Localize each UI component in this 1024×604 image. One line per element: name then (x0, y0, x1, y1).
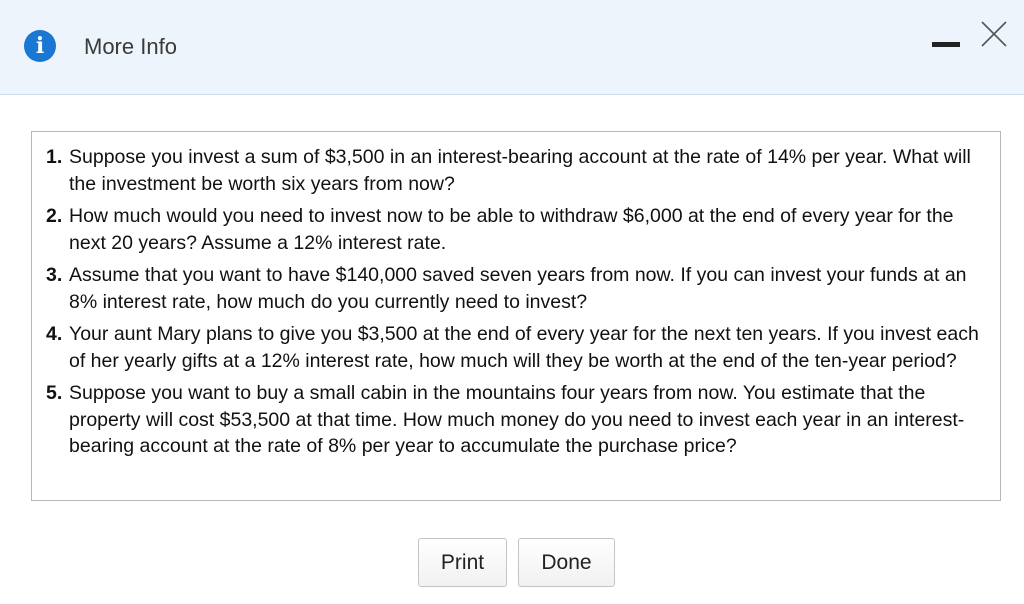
info-icon: i (24, 30, 56, 62)
close-icon (981, 21, 1007, 47)
minimize-icon (932, 42, 960, 47)
dialog-title: More Info (84, 34, 177, 59)
list-item: 5. Suppose you want to buy a small cabin… (46, 380, 980, 460)
item-number: 2. (46, 205, 63, 227)
item-text: How much would you need to invest now to… (69, 205, 954, 254)
item-text: Your aunt Mary plans to give you $3,500 … (69, 323, 979, 372)
close-button[interactable] (978, 18, 1010, 50)
info-content-box: 1. Suppose you invest a sum of $3,500 in… (31, 131, 1001, 501)
item-number: 1. (46, 146, 63, 168)
item-number: 4. (46, 323, 63, 345)
minimize-button[interactable] (930, 30, 964, 60)
dialog-header: i More Info (0, 0, 1024, 95)
print-button[interactable]: Print (418, 538, 507, 587)
item-number: 3. (46, 264, 63, 286)
item-text: Suppose you want to buy a small cabin in… (69, 382, 965, 457)
item-text: Assume that you want to have $140,000 sa… (69, 264, 967, 313)
question-list: 1. Suppose you invest a sum of $3,500 in… (32, 132, 1000, 460)
done-button[interactable]: Done (518, 538, 615, 587)
list-item: 4. Your aunt Mary plans to give you $3,5… (46, 321, 980, 374)
item-number: 5. (46, 382, 63, 404)
list-item: 3. Assume that you want to have $140,000… (46, 262, 980, 315)
list-item: 1. Suppose you invest a sum of $3,500 in… (46, 144, 980, 197)
item-text: Suppose you invest a sum of $3,500 in an… (69, 146, 971, 195)
list-item: 2. How much would you need to invest now… (46, 203, 980, 256)
